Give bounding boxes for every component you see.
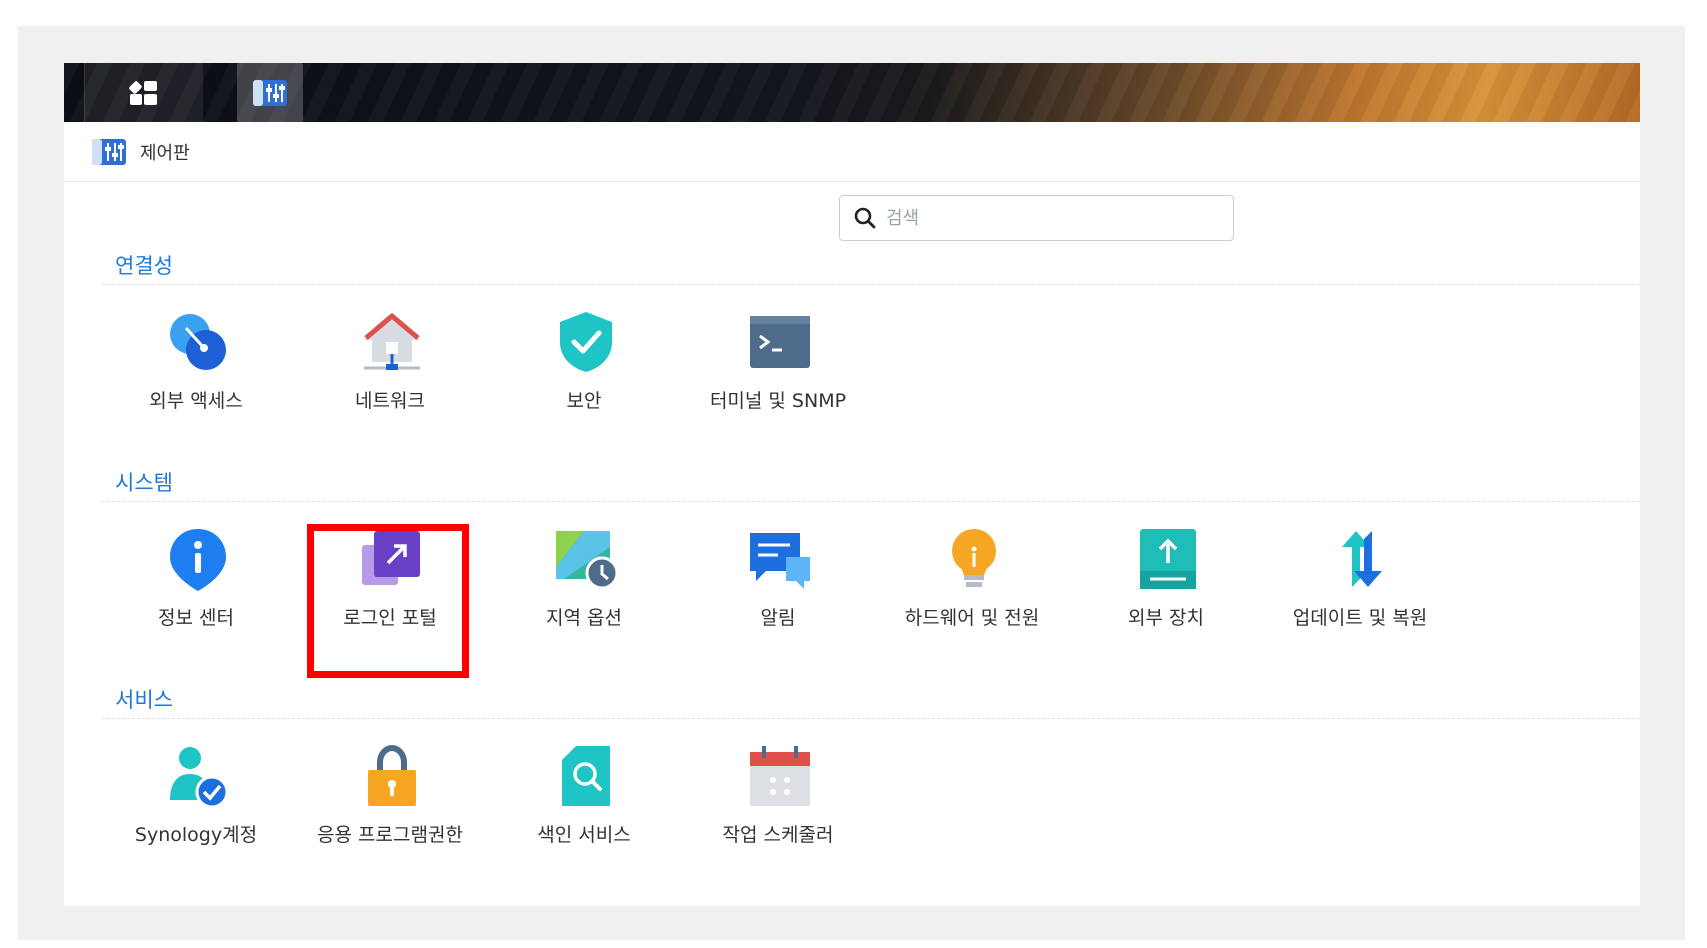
info-center-icon [170,529,226,591]
item-label: 지역 옵션 [546,607,622,629]
section-divider [102,501,1640,502]
item-label: 하드웨어 및 전원 [904,607,1040,629]
section-title-system: 시스템 [115,471,173,495]
item-terminal-snmp[interactable]: 터미널 및 SNMP [683,310,873,420]
apps-grid-icon [129,80,157,105]
item-synology-account[interactable]: Synology계정 [101,744,291,854]
main-menu-button[interactable] [84,63,203,122]
section-title-services: 서비스 [115,688,173,712]
task-scheduler-icon [750,746,810,806]
synology-account-icon [170,747,229,808]
window-title: 제어판 [140,142,190,164]
item-label: 터미널 및 SNMP [709,390,847,412]
item-label: 알림 [760,607,796,629]
indexing-service-icon [562,746,610,806]
item-regional-options[interactable]: 지역 옵션 [489,527,679,637]
item-security[interactable]: 보안 [489,310,679,420]
window-titlebar: 제어판 [64,122,1640,182]
item-label: 응용 프로그램권한 [317,824,463,846]
external-access-icon [170,314,226,370]
item-label: 정보 센터 [158,607,234,629]
control-panel-icon [253,79,287,106]
item-label: 외부 액세스 [149,390,243,412]
section-divider [102,718,1640,719]
update-restore-icon [1342,531,1382,587]
section-divider [102,284,1640,285]
security-shield-icon [560,312,612,372]
highlight-box-login-portal [307,524,469,678]
item-label: 작업 스케줄러 [722,824,834,846]
network-icon [364,313,420,370]
item-label: 업데이트 및 복원 [1292,607,1428,629]
search-box[interactable] [839,195,1234,241]
control-panel-icon [92,138,126,165]
item-label: 외부 장치 [1128,607,1204,629]
section-title-connectivity: 연결성 [115,254,173,278]
item-external-access[interactable]: 외부 액세스 [101,310,291,420]
item-info-center[interactable]: 정보 센터 [101,527,291,637]
control-panel-window: 제어판 연결성 외부 액세스 네트워크 [64,122,1640,906]
regional-options-icon [556,531,618,590]
item-external-devices[interactable]: 외부 장치 [1071,527,1261,637]
item-indexing-service[interactable]: 색인 서비스 [489,744,679,854]
taskbar [64,63,1640,122]
item-network[interactable]: 네트워크 [295,310,485,420]
item-update-restore[interactable]: 업데이트 및 복원 [1265,527,1455,637]
item-notification[interactable]: 알림 [683,527,873,637]
item-application-privileges[interactable]: 응용 프로그램권한 [295,744,485,854]
item-label: 보안 [566,390,602,412]
search-icon [854,207,876,229]
item-hardware-power[interactable]: 하드웨어 및 전원 [877,527,1067,637]
notification-icon [750,533,810,589]
terminal-icon [750,316,810,368]
item-label: 색인 서비스 [537,824,631,846]
hardware-power-icon [952,529,996,587]
item-label: Synology계정 [134,824,258,846]
taskbar-control-panel-button[interactable] [237,63,303,122]
external-devices-icon [1140,529,1196,589]
item-task-scheduler[interactable]: 작업 스케줄러 [683,744,873,854]
search-input[interactable] [884,206,1208,230]
item-label: 네트워크 [355,390,425,412]
application-privileges-icon [368,744,416,806]
